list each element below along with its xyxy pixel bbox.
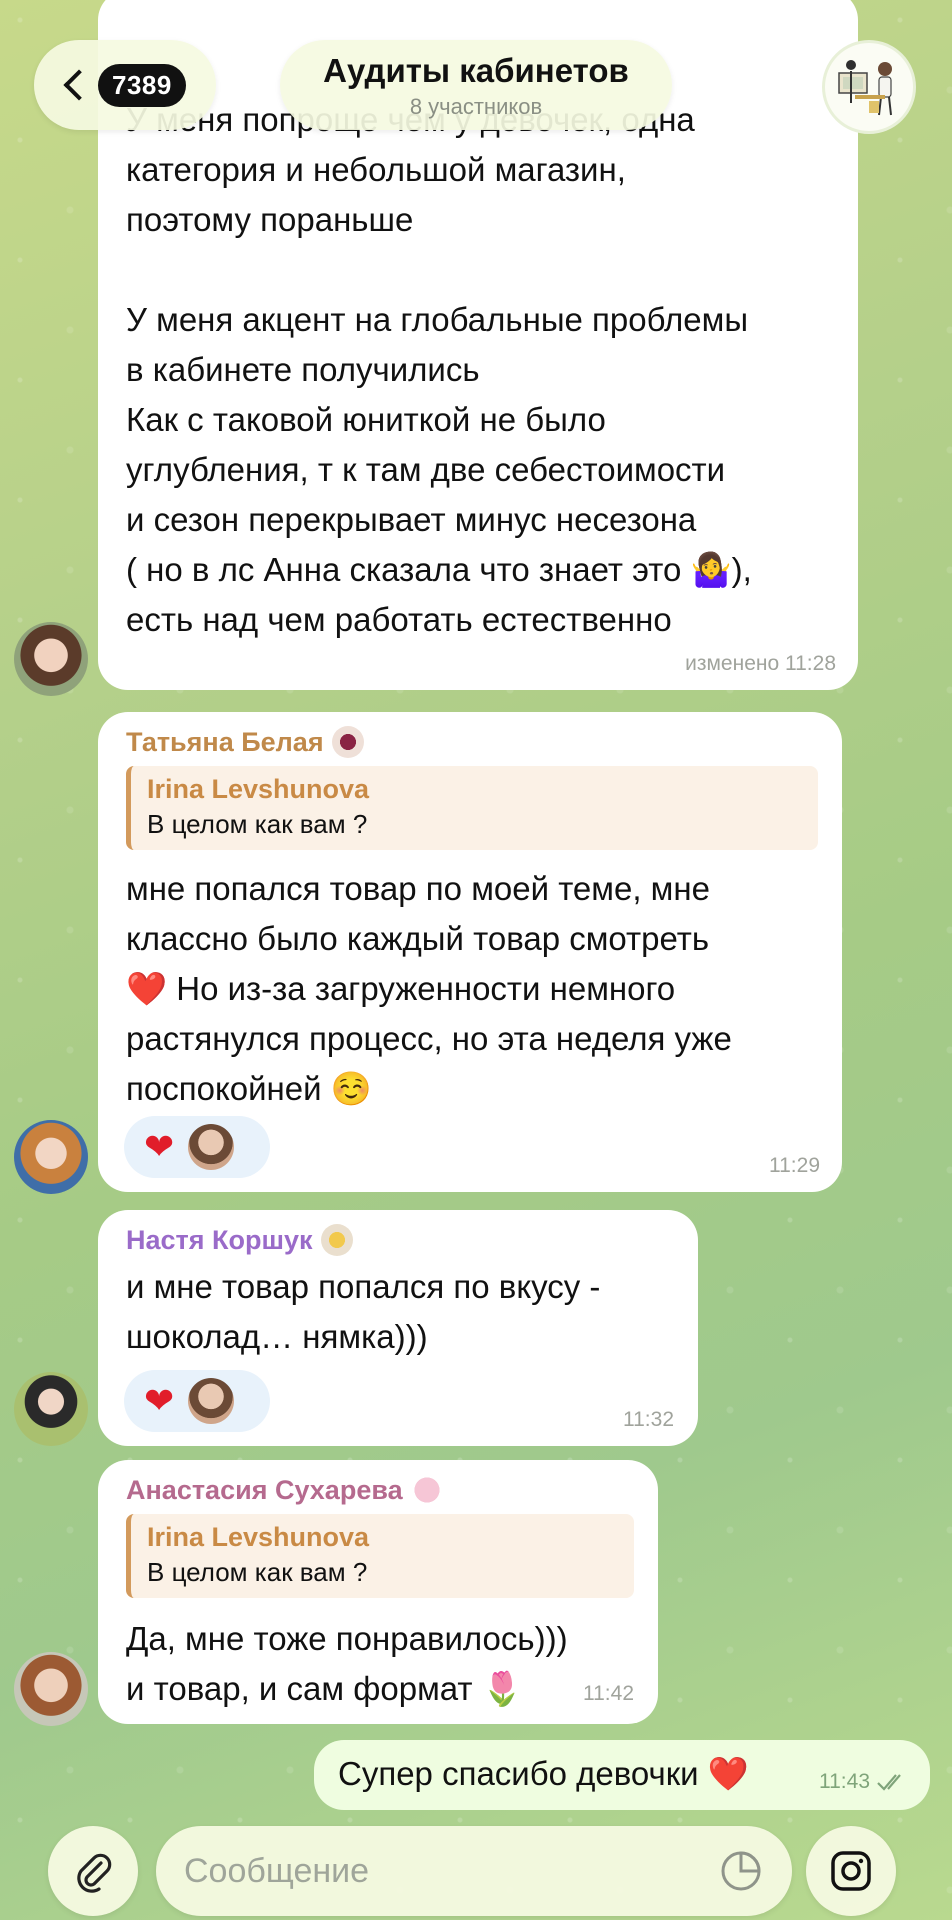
chat-title: Аудиты кабинетов: [323, 52, 629, 89]
message-time: 11:43: [819, 1770, 870, 1793]
paperclip-icon: [77, 1853, 112, 1893]
chat-title-pill[interactable]: Аудиты кабинетов 8 участников: [280, 40, 672, 130]
reply-text: В целом как вам ?: [147, 1557, 368, 1587]
message-text: У меня попроще чем у девочек, одна катег…: [126, 101, 752, 638]
reply-quote[interactable]: Irina Levshunova В целом как вам ?: [126, 1514, 634, 1598]
reply-author: Irina Levshunova: [147, 1522, 370, 1552]
message-bubble[interactable]: Татьяна Белая Irina Levshunova В целом к…: [98, 712, 842, 1192]
attach-button[interactable]: [48, 1826, 138, 1916]
sender-name: Настя Коршук: [126, 1224, 313, 1255]
sender-name-row: Татьяна Белая: [126, 726, 364, 758]
reactions-bar[interactable]: ❤: [124, 1116, 270, 1178]
reply-quote[interactable]: Irina Levshunova В целом как вам ?: [126, 766, 818, 850]
group-avatar-illustration: [838, 60, 892, 116]
double-check-icon: [877, 1774, 901, 1791]
sender-avatar[interactable]: [14, 622, 88, 696]
chat-header: 7389 Аудиты кабинетов 8 участников: [0, 0, 952, 140]
sender-name: Анастасия Сухарева: [126, 1474, 403, 1505]
message-time: 11:29: [769, 1154, 820, 1177]
scroll-emoji-icon: [320, 1224, 353, 1256]
reply-author: Irina Levshunova: [147, 774, 370, 804]
heart-reaction-icon: ❤: [144, 1380, 175, 1421]
sender-name-row: Анастасия Сухарева: [126, 1474, 443, 1506]
back-button[interactable]: 7389: [34, 40, 216, 130]
sticker-icon[interactable]: [718, 1848, 764, 1894]
message-time: изменено 11:28: [685, 652, 836, 675]
message-input[interactable]: [184, 1844, 704, 1898]
message-time: 11:32: [623, 1408, 674, 1431]
sender-avatar[interactable]: [14, 1372, 88, 1446]
message-bubble[interactable]: Анастасия Сухарева Irina Levshunova В це…: [98, 1460, 658, 1724]
reply-text: В целом как вам ?: [147, 809, 368, 839]
heart-reaction-icon: ❤: [144, 1126, 175, 1167]
message-bubble[interactable]: Настя Коршук и мне товар попался по вкус…: [98, 1210, 698, 1446]
reactor-avatar: [188, 1378, 235, 1424]
outgoing-message-bubble[interactable]: Супер спасибо девочки ❤️ 11:43: [314, 1740, 930, 1810]
group-avatar[interactable]: [822, 40, 916, 134]
camera-button[interactable]: [806, 1826, 896, 1916]
pink-heart-emoji-icon: [410, 1474, 443, 1506]
chevron-left-icon: [63, 69, 95, 101]
message-text: мне попался товар по моей теме, мне клас…: [126, 870, 732, 1107]
sender-name: Татьяна Белая: [126, 726, 324, 757]
chat-subtitle: 8 участников: [409, 94, 543, 119]
message-text: Супер спасибо девочки ❤️: [338, 1755, 749, 1792]
reactions-bar[interactable]: ❤: [124, 1370, 270, 1432]
sender-name-row: Настя Коршук: [126, 1224, 353, 1256]
message-time: 11:42: [583, 1682, 634, 1705]
message-text: Да, мне тоже понравилось))) и товар, и с…: [126, 1620, 568, 1707]
message-text: и мне товар попался по вкусу - шоколад… …: [126, 1268, 601, 1355]
sender-avatar[interactable]: [14, 1120, 88, 1194]
unread-count-badge: 7389: [98, 63, 186, 107]
instagram-camera-icon: [831, 1851, 871, 1891]
reactor-avatar: [188, 1124, 235, 1170]
hands-heart-emoji-icon: [331, 726, 364, 758]
sender-avatar[interactable]: [14, 1652, 88, 1726]
message-input-container: [156, 1826, 792, 1916]
composer-bar: [0, 1820, 952, 1920]
